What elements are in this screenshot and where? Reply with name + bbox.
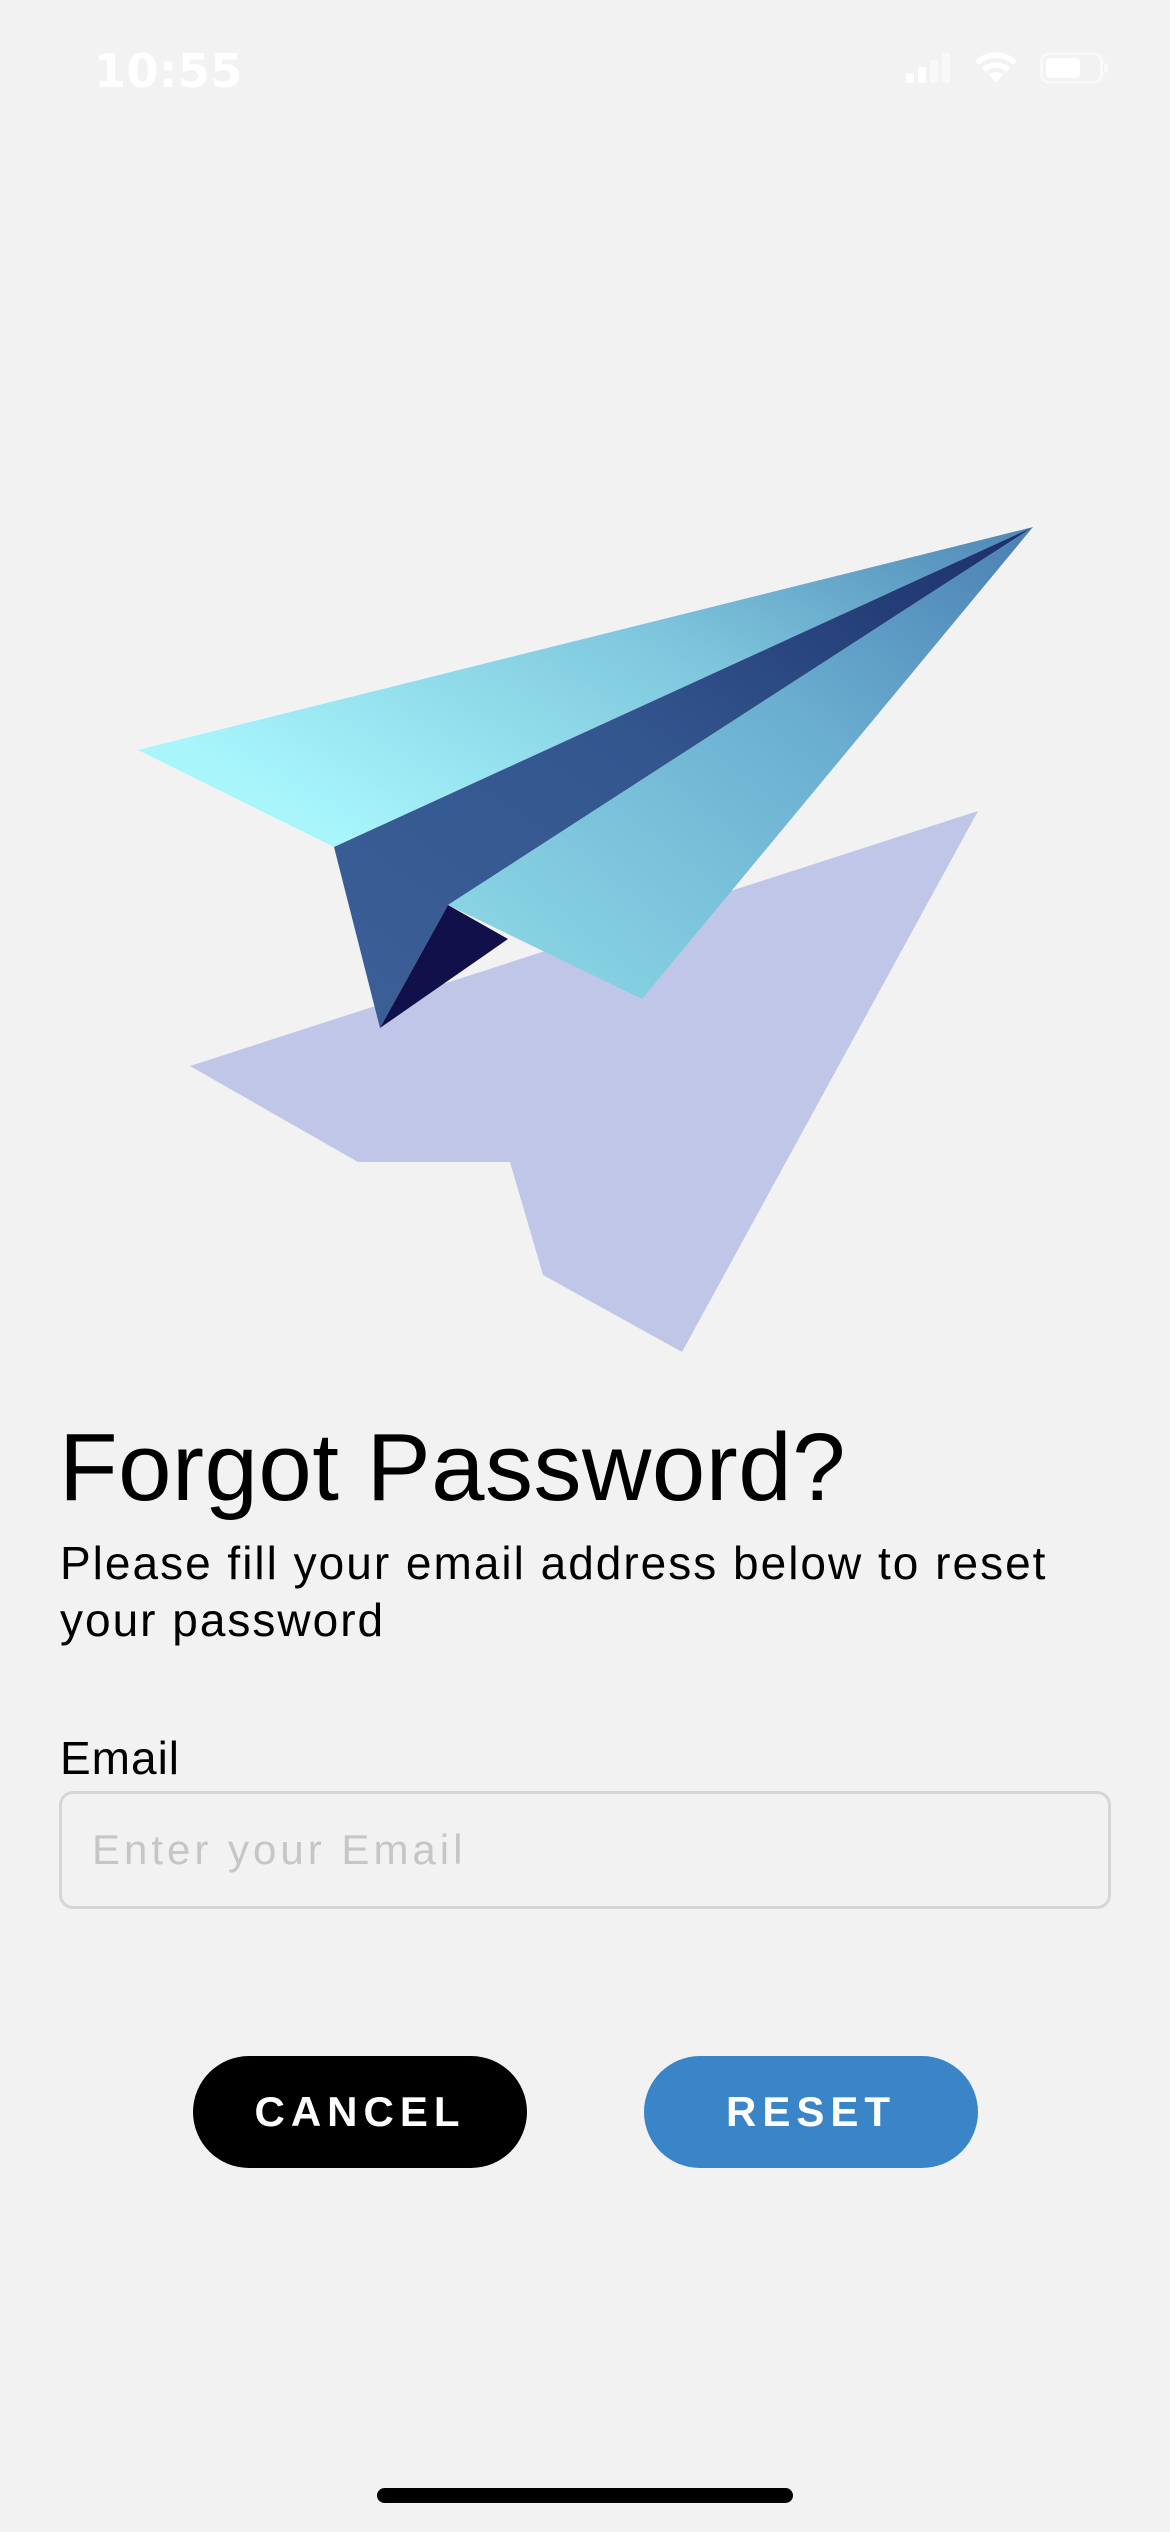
cancel-button[interactable]: CANCEL — [193, 2056, 527, 2168]
paper-plane-illustration — [138, 527, 1033, 1352]
cellular-signal-icon — [906, 53, 952, 83]
status-time: 10:55 — [94, 44, 243, 98]
email-input[interactable] — [59, 1791, 1111, 1909]
status-bar: 10:55 — [0, 0, 1170, 150]
battery-icon — [1040, 52, 1110, 84]
wifi-icon — [974, 52, 1018, 84]
page-title: Forgot Password? — [59, 1414, 847, 1521]
email-label: Email — [60, 1732, 181, 1784]
status-icons — [906, 52, 1110, 84]
home-indicator — [377, 2488, 793, 2503]
page-subtitle: Please fill your email address below to … — [60, 1537, 1048, 1646]
reset-button[interactable]: RESET — [644, 2056, 978, 2168]
